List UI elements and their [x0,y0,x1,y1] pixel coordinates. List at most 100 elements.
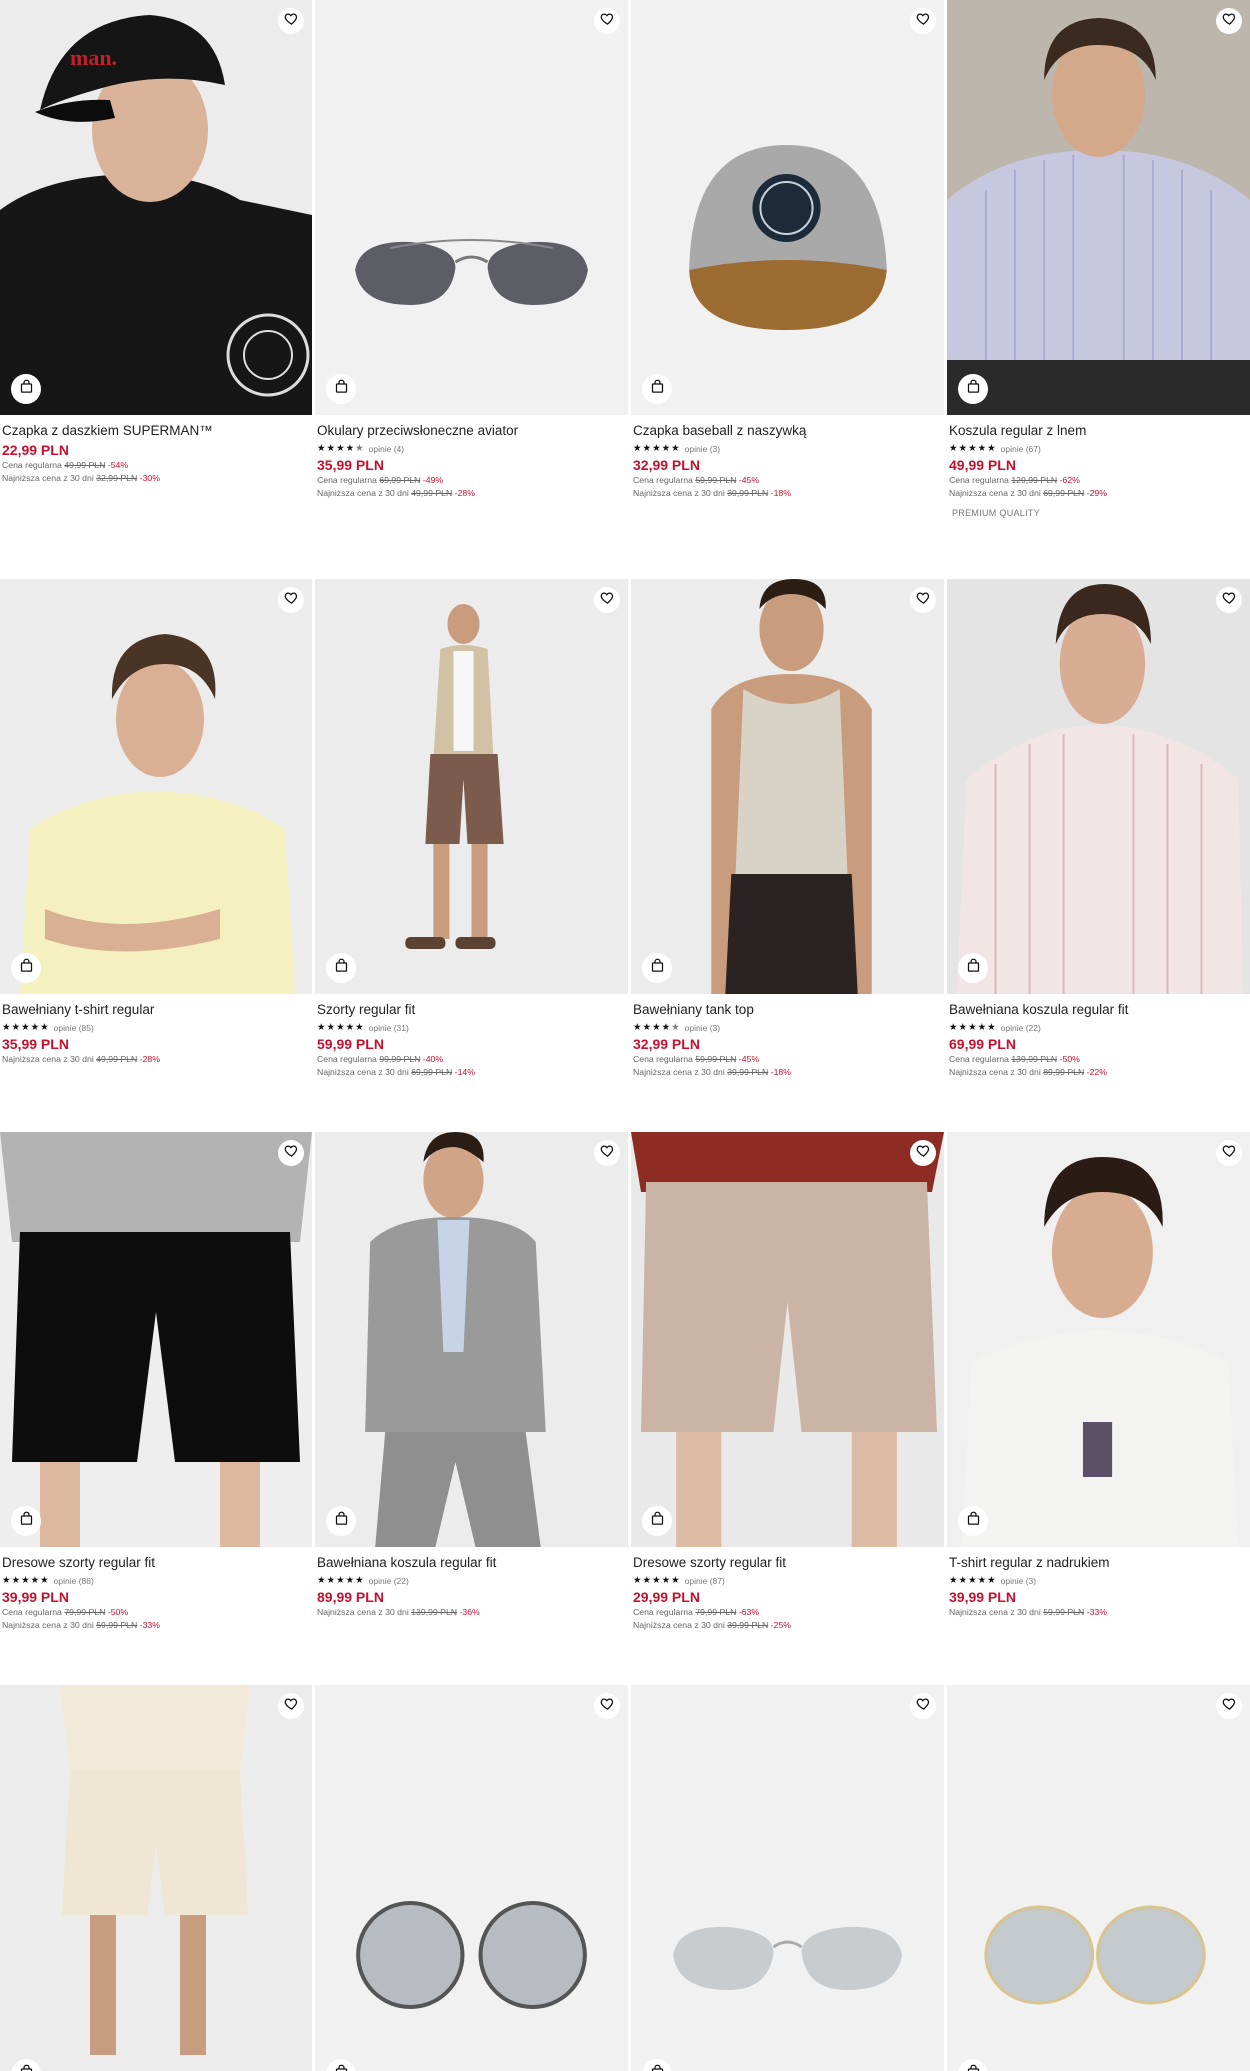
product-name[interactable]: Dresowe szorty regular fit [633,1555,942,1571]
favorite-button[interactable] [278,1693,304,1719]
product-name[interactable]: Bawełniana koszula regular fit [317,1555,626,1571]
product-card[interactable]: Czapka baseball z naszywką ★ ★ ★ ★ ★ opinie … [631,0,944,500]
add-to-cart-button[interactable] [958,374,988,404]
product-card[interactable]: Okulary przeciwsłoneczne aviator ★ ★ ★ ★ ★ o… [315,0,628,500]
product-image[interactable] [631,0,944,415]
heart-outline-icon [600,590,615,610]
product-name[interactable]: Bawełniany t-shirt regular [2,1002,310,1018]
lowest-price: 59,99 PLN [1043,1607,1085,1617]
regular-price-label: Cena regularna [949,475,1009,485]
product-image[interactable] [315,1132,628,1547]
review-count[interactable]: opinie (4) [369,444,404,454]
product-name[interactable]: Czapka z daszkiem SUPERMAN™ [2,423,310,439]
favorite-button[interactable] [1216,587,1242,613]
add-to-cart-button[interactable] [958,953,988,983]
product-name[interactable]: Szorty regular fit [317,1002,626,1018]
favorite-button[interactable] [278,1140,304,1166]
review-count[interactable]: opinie (85) [54,1023,94,1033]
lowest-price-label: Najniższa cena z 30 dni [2,1620,94,1630]
add-to-cart-button[interactable] [11,953,41,983]
star-icon: ★ [633,1574,642,1586]
review-count[interactable]: opinie (3) [685,444,720,454]
review-count[interactable]: opinie (22) [1001,1023,1041,1033]
product-image[interactable] [0,1132,312,1547]
product-image[interactable] [0,579,312,994]
product-name[interactable]: Bawełniany tank top [633,1002,942,1018]
favorite-button[interactable] [278,587,304,613]
product-image[interactable] [0,1685,312,2071]
favorite-button[interactable] [910,1693,936,1719]
favorite-button[interactable] [278,8,304,34]
product-info: Czapka baseball z naszywką ★ ★ ★ ★ ★ opinie … [631,415,944,500]
product-image[interactable] [631,1685,944,2071]
product-card[interactable]: Bawełniana koszula regular fit ★ ★ ★ ★ ★ opi… [315,1132,628,1619]
product-photo [947,1132,1250,1547]
product-image[interactable] [631,1132,944,1547]
add-to-cart-button[interactable] [326,1506,356,1536]
review-count[interactable]: opinie (67) [1001,444,1041,454]
favorite-button[interactable] [594,1693,620,1719]
product-card[interactable]: Dresowe szorty regular fit ★ ★ ★ ★ ★ opinie … [0,1132,312,1632]
favorite-button[interactable] [1216,8,1242,34]
add-to-cart-button[interactable] [642,374,672,404]
product-info: Bawełniana koszula regular fit ★ ★ ★ ★ ★ opi… [315,1547,628,1619]
favorite-button[interactable] [1216,1693,1242,1719]
add-to-cart-button[interactable] [958,1506,988,1536]
product-card[interactable] [315,1685,628,2071]
heart-outline-icon [1222,1696,1237,1716]
star-icon: ★ [40,1021,49,1033]
lowest-price-row: Najniższa cena z 30 dni 32,99 PLN -30% [2,472,310,485]
product-image[interactable] [947,1132,1250,1547]
product-card[interactable] [947,1685,1250,2071]
product-name[interactable]: Czapka baseball z naszywką [633,423,942,439]
product-card[interactable]: Bawełniany t-shirt regular ★ ★ ★ ★ ★ opinie … [0,579,312,1066]
add-to-cart-button[interactable] [11,1506,41,1536]
product-name[interactable]: Bawełniana koszula regular fit [949,1002,1248,1018]
product-name[interactable]: Koszula regular z lnem [949,423,1248,439]
add-to-cart-button[interactable] [642,1506,672,1536]
product-image[interactable] [947,1685,1250,2071]
favorite-button[interactable] [594,587,620,613]
product-card[interactable]: Bawełniany tank top ★ ★ ★ ★ ★ opinie (3) 32,… [631,579,944,1079]
product-card[interactable] [0,1685,312,2071]
product-image[interactable] [315,1685,628,2071]
product-card[interactable]: Bawełniana koszula regular fit ★ ★ ★ ★ ★ opi… [947,579,1250,1079]
heart-outline-icon [916,11,931,31]
product-image[interactable] [947,579,1250,994]
review-count[interactable]: opinie (22) [369,1576,409,1586]
favorite-button[interactable] [910,8,936,34]
add-to-cart-button[interactable] [326,953,356,983]
review-count[interactable]: opinie (3) [685,1023,720,1033]
product-name[interactable]: T-shirt regular z nadrukiem [949,1555,1248,1571]
product-card[interactable]: Koszula regular z lnem ★ ★ ★ ★ ★ opinie (67)… [947,0,1250,519]
add-to-cart-button[interactable] [326,374,356,404]
product-card[interactable]: Dresowe szorty regular fit ★ ★ ★ ★ ★ opinie … [631,1132,944,1632]
product-image[interactable] [947,0,1250,415]
add-to-cart-button[interactable] [642,953,672,983]
favorite-button[interactable] [910,1140,936,1166]
review-count[interactable]: opinie (88) [54,1576,94,1586]
review-count[interactable]: opinie (87) [685,1576,725,1586]
lowest-discount: -29% [1086,488,1107,498]
regular-price: 49,99 PLN [64,460,106,470]
product-name[interactable]: Okulary przeciwsłoneczne aviator [317,423,626,439]
favorite-button[interactable] [594,8,620,34]
product-image[interactable] [315,579,628,994]
product-name[interactable]: Dresowe szorty regular fit [2,1555,310,1571]
product-image[interactable] [631,579,944,994]
product-image[interactable]: man. [0,0,312,415]
product-card[interactable]: man. Czapka z daszkiem SUPERMAN™ 22,99 PL… [0,0,312,485]
product-image[interactable] [315,0,628,415]
lowest-discount: -33% [1086,1607,1107,1617]
add-to-cart-button[interactable] [11,374,41,404]
product-card[interactable]: Szorty regular fit ★ ★ ★ ★ ★ opinie (31) 59,… [315,579,628,1079]
star-icon: ★ [40,1574,49,1586]
product-card[interactable]: T-shirt regular z nadrukiem ★ ★ ★ ★ ★ opinie… [947,1132,1250,1619]
favorite-button[interactable] [1216,1140,1242,1166]
favorite-button[interactable] [910,587,936,613]
product-card[interactable] [631,1685,944,2071]
review-count[interactable]: opinie (3) [1001,1576,1036,1586]
product-photo [947,579,1250,994]
favorite-button[interactable] [594,1140,620,1166]
review-count[interactable]: opinie (31) [369,1023,409,1033]
